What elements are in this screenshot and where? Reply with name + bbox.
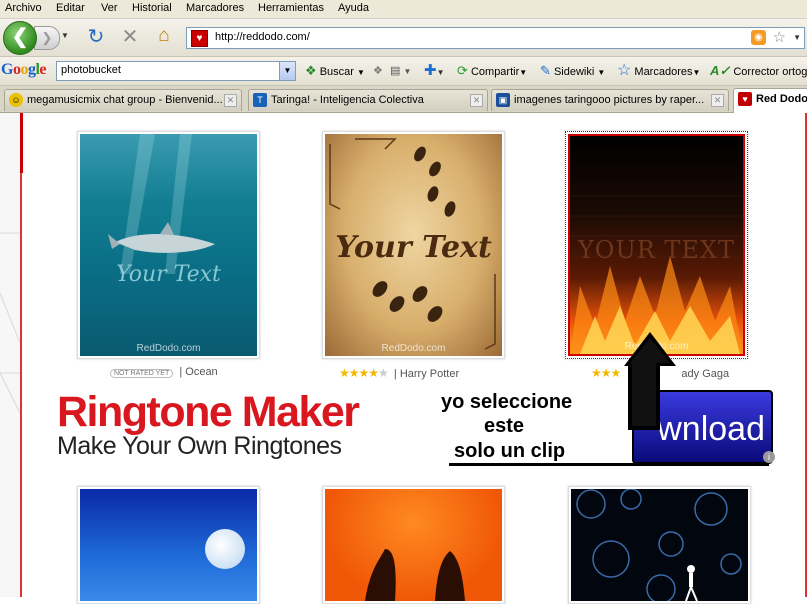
share-icon: ⟳ <box>457 63 468 78</box>
wallpaper-card-orange[interactable] <box>322 486 505 604</box>
menu-marcadores[interactable]: Marcadores <box>186 2 244 14</box>
tab-close-icon[interactable]: ✕ <box>711 94 724 107</box>
site-favicon-icon: ♥ <box>191 30 208 47</box>
back-arrow-icon[interactable]: ❮ <box>3 21 37 55</box>
spellcheck-icon: A✓ <box>710 63 731 78</box>
marcadores-button[interactable]: ☆ Marcadores▼ <box>617 62 700 79</box>
wallpaper-card-ocean[interactable]: Your Text RedDodo.com <box>77 131 260 359</box>
buscar-button[interactable]: ❖ Buscar ▼ <box>305 63 365 79</box>
card-caption-harry-potter: ★★★★★ | Harry Potter <box>339 366 460 380</box>
forward-arrow-icon[interactable]: ❯ <box>34 26 60 50</box>
annotation-line1: yo seleccione <box>441 391 573 413</box>
url-text: http://reddodo.com/ <box>215 31 310 43</box>
reload-icon[interactable]: ↻ <box>84 26 108 48</box>
bookmarks-star-icon: ☆ <box>617 62 632 79</box>
chevron-down-icon[interactable]: ▼ <box>279 62 295 80</box>
wallpaper-card-lady-gaga[interactable]: YOUR TEXT RedDodo.com <box>565 131 748 359</box>
google-search-input[interactable]: photobucket ▼ <box>56 61 296 81</box>
reddodo-icon: ♥ <box>738 92 752 106</box>
overlay-text: YOUR TEXT <box>577 236 736 264</box>
tab-megamusicmix[interactable]: ☺ megamusicmix chat group - Bienvenid...… <box>4 89 242 111</box>
rating-stars: ★★★★★ <box>339 366 389 380</box>
wallpaper-thumb[interactable] <box>325 489 502 601</box>
bookmark-star-icon[interactable]: ☆ <box>773 28 786 46</box>
history-dropdown-icon[interactable]: ▼ <box>61 31 69 40</box>
photo-icon: ▣ <box>496 93 510 107</box>
translate-icon[interactable]: ✚▼ <box>424 61 445 79</box>
wallpaper-thumb[interactable]: YOUR TEXT RedDodo.com <box>568 134 745 356</box>
stop-icon[interactable]: ✕ <box>118 26 142 48</box>
page-tools-icon[interactable]: ▤ ▼ <box>390 64 411 77</box>
ad-info-icon[interactable]: i <box>763 451 775 463</box>
google-search-icon: ❖ <box>305 63 317 78</box>
wallpaper-card-harry-potter[interactable]: Your Text RedDodo.com <box>322 131 505 359</box>
not-rated-badge: NOT RATED YET <box>110 369 174 378</box>
wallpaper-thumb[interactable]: Your Text RedDodo.com <box>325 134 502 356</box>
annotation-line3: solo un clip <box>454 440 566 462</box>
up-arrow-annotation-icon <box>624 332 676 430</box>
ad-headline[interactable]: Ringtone Maker <box>57 388 360 437</box>
menu-bar: Archivo Editar Ver Historial Marcadores … <box>0 0 807 19</box>
smiley-icon: ☺ <box>9 93 23 107</box>
menu-historial[interactable]: Historial <box>132 2 172 14</box>
compartir-button[interactable]: ⟳ Compartir▼ <box>457 63 527 79</box>
card-title[interactable]: Ocean <box>185 366 217 378</box>
wallpaper-thumb[interactable] <box>571 489 748 601</box>
menu-herramientas[interactable]: Herramientas <box>258 2 324 14</box>
card-caption-ocean: NOT RATED YET | Ocean <box>110 366 218 378</box>
annotation-underline <box>449 463 769 466</box>
wallpaper-thumb[interactable]: Your Text RedDodo.com <box>80 134 257 356</box>
left-accent <box>20 113 23 173</box>
tab-imagenes[interactable]: ▣ imagenes taringooo pictures by raper..… <box>491 89 729 111</box>
address-bar[interactable]: ♥ http://reddodo.com/ ◉ ☆ ▼ <box>186 27 805 49</box>
watermark: RedDodo.com <box>136 343 201 354</box>
circles-image <box>576 489 742 601</box>
menu-ayuda[interactable]: Ayuda <box>338 2 369 14</box>
overlay-text: Your Text <box>335 230 492 265</box>
overlay-text: Your Text <box>116 262 221 287</box>
tab-close-icon[interactable]: ✕ <box>224 94 237 107</box>
card-title[interactable]: Harry Potter <box>400 368 459 380</box>
tab-close-icon[interactable]: ✕ <box>470 94 483 107</box>
wallpaper-card-moon[interactable] <box>77 486 260 604</box>
google-logo[interactable]: Google <box>1 61 46 79</box>
wallpaper-card-circles[interactable] <box>568 486 751 604</box>
ad-subline[interactable]: Make Your Own Ringtones <box>57 432 342 461</box>
taringa-icon: T <box>253 93 267 107</box>
rating-stars: ★★★ <box>591 366 621 380</box>
tab-taringa[interactable]: T Taringa! - Inteligencia Colectiva ✕ <box>248 89 488 111</box>
tab-reddodo[interactable]: ♥ Red Dodo <box>733 88 807 113</box>
menu-ver[interactable]: Ver <box>101 2 118 14</box>
dolphin-image <box>108 134 215 274</box>
sidewiki-icon: ✎ <box>540 63 551 78</box>
highlight-icon[interactable]: ❖ <box>373 64 383 77</box>
menu-editar[interactable]: Editar <box>56 2 85 14</box>
corrector-button[interactable]: A✓ Corrector ortog <box>710 63 807 79</box>
rss-icon[interactable]: ◉ <box>751 30 766 45</box>
card-title[interactable]: ady Gaga <box>681 368 729 380</box>
menu-archivo[interactable]: Archivo <box>5 2 42 14</box>
annotation-line2: este <box>484 415 525 437</box>
home-icon[interactable]: ⌂ <box>152 25 176 47</box>
moon-image <box>205 529 245 569</box>
sidewiki-button[interactable]: ✎ Sidewiki ▼ <box>540 63 605 79</box>
url-dropdown-icon[interactable]: ▼ <box>793 33 801 42</box>
wallpaper-thumb[interactable] <box>80 489 257 601</box>
silhouette-image <box>365 549 465 601</box>
watermark: RedDodo.com <box>381 343 446 354</box>
